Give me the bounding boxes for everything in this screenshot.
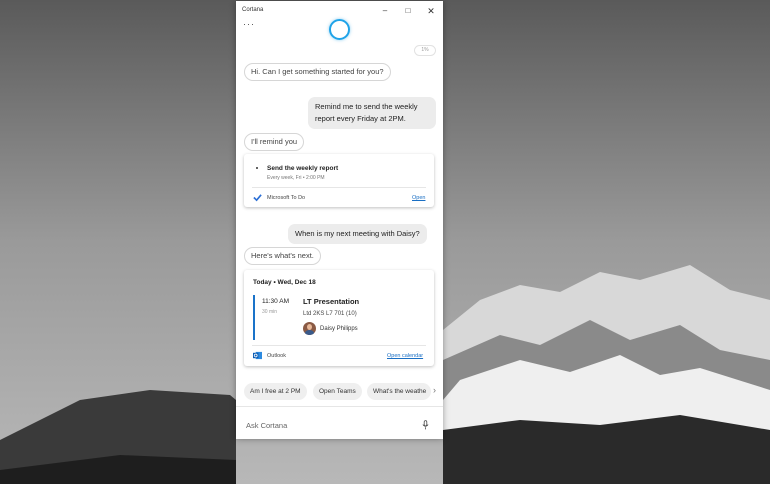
card-divider (252, 345, 426, 346)
reminder-app-name: Microsoft To Do (267, 195, 306, 201)
ask-cortana-input[interactable]: Ask Cortana (236, 406, 443, 440)
ask-cortana-placeholder: Ask Cortana (246, 421, 288, 430)
meeting-duration: 30 min (262, 309, 278, 315)
open-calendar-link[interactable]: Open calendar (387, 353, 423, 359)
cortana-greeting: Hi. Can I get something started for you? (244, 63, 391, 81)
previous-message-chip: 1% (414, 45, 436, 56)
meeting-title: LT Presentation (303, 297, 360, 306)
meeting-attendee: Daisy Philipps (320, 326, 358, 332)
microphone-icon[interactable] (422, 420, 429, 430)
reminder-card[interactable]: Send the weekly report Every week, Fri •… (244, 154, 434, 207)
minimize-button[interactable]: – (374, 4, 396, 18)
user-message-line-1: Remind me to send the weekly (315, 102, 418, 111)
cortana-window: Cortana – □ ✕ ··· 1% Hi. Can I get somet… (236, 1, 443, 439)
reminder-title: Send the weekly report (267, 165, 339, 172)
suggestion-chip[interactable]: Am I free at 2 PM (244, 383, 307, 400)
avatar (303, 322, 316, 335)
meeting-card[interactable]: Today • Wed, Dec 18 11:30 AM 30 min LT P… (244, 270, 434, 366)
user-message-reminder: Remind me to send the weekly report ever… (308, 97, 436, 129)
suggestion-chip[interactable]: Open Teams (313, 383, 362, 400)
checkmark-icon (253, 194, 262, 202)
calendar-accent-bar (253, 295, 255, 340)
reminder-open-link[interactable]: Open (412, 195, 425, 201)
cortana-reply-remind: I'll remind you (244, 133, 305, 151)
close-button[interactable]: ✕ (420, 4, 442, 18)
cortana-reply-next: Here's what's next. (244, 247, 321, 265)
meeting-date: Today • Wed, Dec 18 (253, 279, 316, 286)
outlook-icon (253, 351, 262, 360)
reminder-schedule: Every week, Fri • 2:00 PM (267, 175, 325, 181)
more-options-button[interactable]: ··· (243, 19, 255, 29)
maximize-button[interactable]: □ (397, 4, 419, 18)
meeting-room: Ltd 2KS L7 701 (10) (303, 311, 357, 317)
meeting-app-name: Outlook (267, 353, 286, 359)
cortana-logo-icon (329, 19, 350, 40)
chevron-right-icon[interactable]: › (433, 385, 436, 395)
user-message-meeting: When is my next meeting with Daisy? (288, 224, 427, 244)
meeting-time: 11:30 AM (262, 298, 289, 305)
suggestion-chip[interactable]: What's the weathe (367, 383, 431, 400)
card-divider (252, 187, 426, 188)
title-bar: Cortana – □ ✕ (236, 1, 443, 21)
window-title: Cortana (242, 7, 264, 13)
bullet-icon (256, 167, 258, 169)
user-message-line-2: report every Friday at 2PM. (315, 114, 406, 123)
